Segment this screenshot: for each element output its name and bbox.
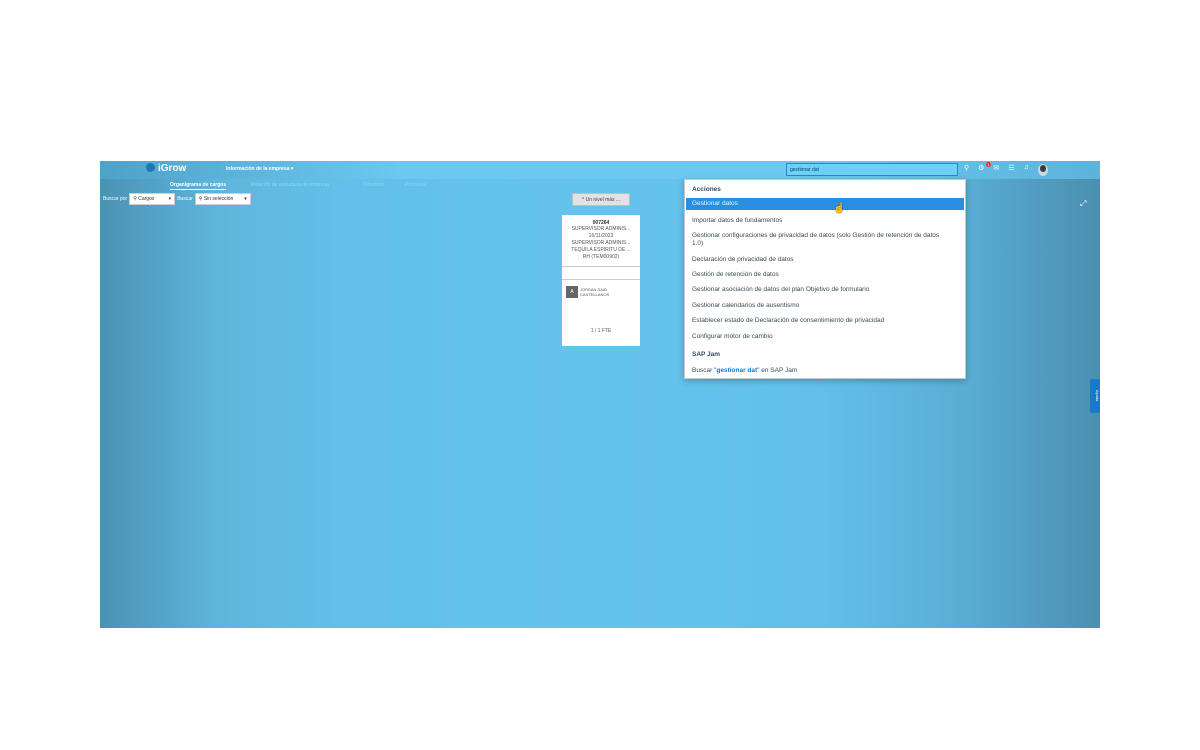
actions-header: Acciones: [692, 186, 721, 193]
buscar-por-select[interactable]: ⚲ Cargos ▾: [129, 193, 176, 205]
position-card[interactable]: 007264 SUPERVISOR ADMINIS... 16/11/2023 …: [562, 215, 640, 346]
buscar-por-label: Buscar por: [103, 196, 128, 202]
suggestion-item[interactable]: Gestionar calendarios de ausentismo: [686, 302, 964, 310]
sap-jam-header: SAP Jam: [692, 351, 721, 358]
side-help-tab[interactable]: Ayuda: [1090, 379, 1100, 413]
employee-photo: A: [566, 286, 578, 298]
position-department: RH (TEM00902): [582, 254, 620, 260]
divider: [562, 266, 640, 267]
top-bar: iGrow Información de la empresa ▾ gestio…: [100, 161, 1100, 179]
fullscreen-icon[interactable]: ⤢: [1080, 199, 1086, 209]
fte-count: 1 / 1 FTE: [590, 328, 612, 334]
position-subtitle: SUPERVISOR ADMINIS...: [571, 240, 631, 246]
tab-organigrama[interactable]: Organigrama de cargos: [170, 182, 227, 190]
search-input[interactable]: gestionar dat: [786, 163, 958, 176]
buscar-label: Buscar: [177, 196, 193, 202]
tab-procesos[interactable]: Procesos: [405, 182, 426, 188]
buscar-select[interactable]: ⚲ Sin selección ▾: [194, 193, 251, 205]
filter-bar: Buscar por ⚲ Cargos ▾ Buscar ⚲ Sin selecc…: [103, 193, 251, 205]
sap-jam-search-item[interactable]: Buscar "gestionar dat" en SAP Jam: [686, 367, 964, 375]
suggestion-item[interactable]: Declaración de privacidad de datos: [686, 256, 964, 264]
employee-name: JORDAN SAID CASTELLANOS: [580, 287, 610, 297]
suggestion-item[interactable]: Importar datos de fundamentos: [686, 217, 964, 225]
suggestion-item[interactable]: Gestionar configuraciones de privacidad …: [686, 232, 964, 240]
top-icons: ⚲ ⚙ 1 ✉ ☰ ♫: [964, 162, 1048, 176]
up-level-button[interactable]: ^ Un nivel más ...: [572, 193, 630, 206]
position-date: 16/11/2023: [588, 233, 614, 239]
suggestion-item[interactable]: Configurar motor de cambio: [686, 333, 964, 341]
search-suggestions-dropdown: Acciones Gestionar datos Importar datos …: [684, 179, 966, 379]
tab-relacion[interactable]: Relación de estructura de empresa: [251, 182, 329, 188]
mouse-cursor-icon: ☝: [833, 203, 846, 214]
position-title: SUPERVISOR ADMINIS...: [571, 226, 631, 232]
bell-badge-icon[interactable]: ⚙ 1: [978, 162, 992, 176]
suggestion-item-continued[interactable]: 1.0): [686, 240, 964, 248]
suggestion-item[interactable]: Gestionar asociación de datos del plan O…: [686, 286, 964, 294]
chevron-down-icon: ▾: [244, 196, 247, 202]
employee-entry[interactable]: A JORDAN SAID CASTELLANOS: [566, 286, 636, 298]
suggestion-item[interactable]: Gestión de retención de datos: [686, 271, 964, 279]
logo-icon: [146, 163, 155, 172]
chevron-down-icon: ▾: [168, 196, 172, 202]
divider: [562, 279, 640, 280]
logo[interactable]: iGrow: [146, 163, 186, 174]
document-icon[interactable]: ☰: [1008, 164, 1014, 176]
avatar[interactable]: [1037, 164, 1048, 176]
notification-badge: 1: [986, 162, 992, 167]
chat-icon[interactable]: ✉: [993, 164, 999, 176]
search-icon[interactable]: ⚲: [964, 164, 969, 176]
suggestion-item[interactable]: Gestionar datos: [686, 198, 964, 210]
search-term: gestionar dat: [716, 367, 758, 374]
module-menu[interactable]: Información de la empresa ▾: [226, 166, 293, 172]
suggestion-item[interactable]: Establecer estado de Declaración de cons…: [686, 317, 964, 325]
position-company: TEQUILA ESPIRITU DE ...: [571, 247, 631, 253]
tab-directorio[interactable]: Directorio: [363, 182, 384, 188]
notification-icon[interactable]: ♫: [1024, 164, 1029, 176]
